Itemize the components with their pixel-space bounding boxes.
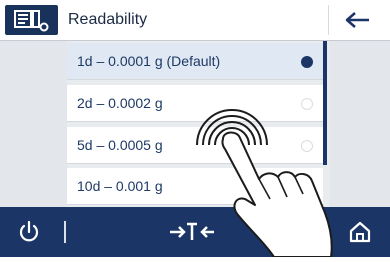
radio-selected-icon[interactable] (301, 56, 313, 68)
power-button[interactable] (14, 219, 44, 245)
left-margin (0, 41, 67, 207)
touch-gesture-hand-icon (175, 93, 390, 258)
page-title: Readability (68, 11, 148, 28)
option-label: 2d – 0.0002 g (77, 95, 163, 111)
option-label: 10d – 0.001 g (77, 178, 163, 194)
back-button[interactable] (328, 5, 386, 35)
option-label: 5d – 0.0005 g (77, 137, 163, 153)
readability-settings-icon[interactable] (5, 5, 58, 35)
arrow-left-icon (345, 12, 369, 28)
header-bar: Readability (0, 0, 390, 41)
power-icon (19, 220, 39, 242)
screen: Readability 1d – 0.0001 g (Default) 2d –… (0, 0, 390, 258)
option-row-1d[interactable]: 1d – 0.0001 g (Default) (67, 43, 323, 80)
footer-divider (64, 221, 66, 243)
option-label: 1d – 0.0001 g (Default) (77, 53, 221, 69)
